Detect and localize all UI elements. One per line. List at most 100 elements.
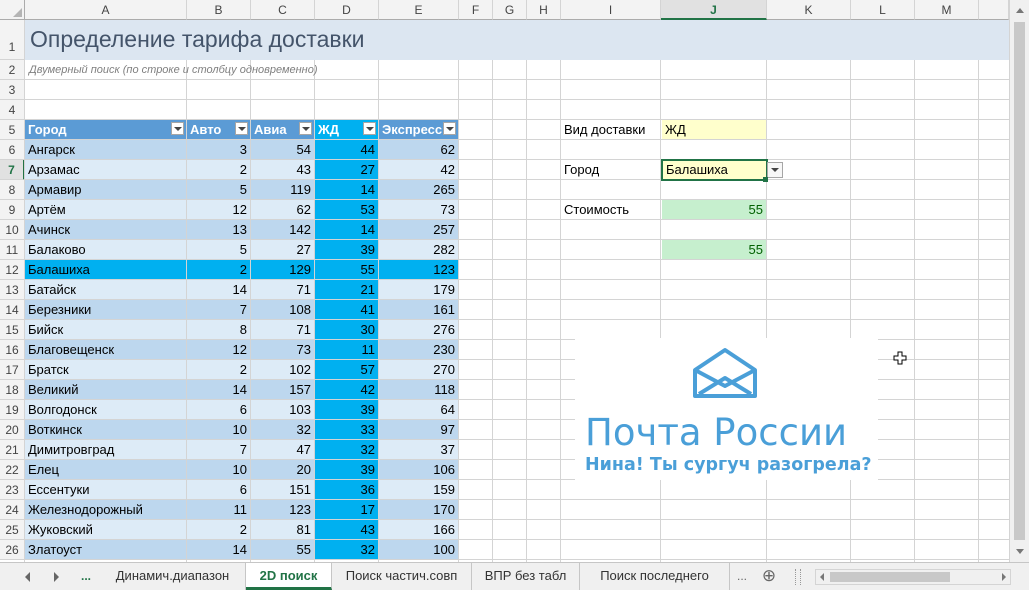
row-header[interactable]: 22 bbox=[0, 460, 25, 480]
rate-cell[interactable]: 230 bbox=[379, 340, 458, 359]
city-cell[interactable]: Батайск bbox=[25, 280, 186, 299]
row-header[interactable]: 4 bbox=[0, 100, 25, 120]
rate-cell[interactable]: 14 bbox=[187, 380, 250, 399]
city-cell[interactable]: Артём bbox=[25, 200, 186, 219]
rate-cell[interactable]: 55 bbox=[315, 260, 378, 279]
rate-cell[interactable]: 81 bbox=[251, 520, 314, 539]
city-cell[interactable]: Ессентуки bbox=[25, 480, 186, 499]
rate-cell[interactable]: 2 bbox=[187, 160, 250, 179]
city-cell[interactable]: Железнодорожный bbox=[25, 500, 186, 519]
rate-cell[interactable]: 43 bbox=[251, 160, 314, 179]
row-header[interactable]: 26 bbox=[0, 540, 25, 560]
column-header[interactable]: E bbox=[379, 0, 459, 20]
rate-cell[interactable]: 97 bbox=[379, 420, 458, 439]
rate-cell[interactable]: 123 bbox=[379, 260, 458, 279]
rate-cell[interactable]: 142 bbox=[251, 220, 314, 239]
row-header[interactable]: 20 bbox=[0, 420, 25, 440]
rate-cell[interactable]: 30 bbox=[315, 320, 378, 339]
filter-dropdown-icon[interactable] bbox=[235, 122, 248, 135]
row-header[interactable]: 16 bbox=[0, 340, 25, 360]
rate-cell[interactable]: 14 bbox=[315, 220, 378, 239]
city-cell[interactable]: Арзамас bbox=[25, 160, 186, 179]
rate-cell[interactable]: 7 bbox=[187, 300, 250, 319]
scroll-left-icon[interactable] bbox=[816, 570, 828, 584]
rate-cell[interactable]: 179 bbox=[379, 280, 458, 299]
column-header[interactable]: G bbox=[493, 0, 527, 20]
rate-cell[interactable]: 27 bbox=[251, 240, 314, 259]
city-label[interactable]: Город bbox=[561, 160, 661, 179]
column-header[interactable]: C bbox=[251, 0, 315, 20]
rate-cell[interactable]: 27 bbox=[315, 160, 378, 179]
column-header[interactable]: A bbox=[25, 0, 187, 20]
city-cell[interactable]: Елец bbox=[25, 460, 186, 479]
rate-cell[interactable]: 73 bbox=[251, 340, 314, 359]
rate-cell[interactable]: 54 bbox=[251, 140, 314, 159]
rate-cell[interactable]: 10 bbox=[187, 460, 250, 479]
sheet-tab[interactable]: ВПР без табл bbox=[472, 563, 580, 590]
city-cell[interactable]: Балашиха bbox=[25, 260, 186, 279]
fill-handle[interactable] bbox=[763, 177, 768, 182]
row-header[interactable]: 24 bbox=[0, 500, 25, 520]
city-cell[interactable]: Ангарск bbox=[25, 140, 186, 159]
row-header[interactable]: 11 bbox=[0, 240, 25, 260]
scroll-down-icon[interactable] bbox=[1010, 542, 1029, 560]
rate-cell[interactable]: 282 bbox=[379, 240, 458, 259]
city-cell[interactable]: Балаково bbox=[25, 240, 186, 259]
rate-cell[interactable]: 8 bbox=[187, 320, 250, 339]
city-cell[interactable]: Димитровград bbox=[25, 440, 186, 459]
cost-result[interactable]: 55 bbox=[662, 200, 766, 219]
rate-cell[interactable]: 11 bbox=[187, 500, 250, 519]
column-header[interactable]: J bbox=[661, 0, 767, 20]
row-header[interactable]: 19 bbox=[0, 400, 25, 420]
column-header[interactable]: K bbox=[767, 0, 851, 20]
city-cell[interactable]: Армавир bbox=[25, 180, 186, 199]
rate-cell[interactable]: 6 bbox=[187, 400, 250, 419]
city-cell[interactable]: Бийск bbox=[25, 320, 186, 339]
city-cell[interactable]: Благовещенск bbox=[25, 340, 186, 359]
row-header[interactable]: 15 bbox=[0, 320, 25, 340]
horizontal-scroll-thumb[interactable] bbox=[830, 572, 950, 582]
rate-cell[interactable]: 106 bbox=[379, 460, 458, 479]
rate-cell[interactable]: 42 bbox=[379, 160, 458, 179]
rate-cell[interactable]: 37 bbox=[379, 440, 458, 459]
rate-cell[interactable]: 71 bbox=[251, 320, 314, 339]
row-header[interactable]: 25 bbox=[0, 520, 25, 540]
rate-cell[interactable]: 62 bbox=[379, 140, 458, 159]
scroll-up-icon[interactable] bbox=[1010, 2, 1029, 20]
column-header[interactable]: F bbox=[459, 0, 493, 20]
row-header[interactable]: 8 bbox=[0, 180, 25, 200]
row-header[interactable]: 12 bbox=[0, 260, 25, 280]
rate-cell[interactable]: 6 bbox=[187, 480, 250, 499]
city-cell[interactable]: Жуковский bbox=[25, 520, 186, 539]
cost-result-alt[interactable]: 55 bbox=[662, 240, 766, 259]
rate-cell[interactable]: 129 bbox=[251, 260, 314, 279]
select-all-corner[interactable] bbox=[0, 0, 25, 20]
spreadsheet-grid[interactable]: ABCDEFGHIJKLM 1 2 3 4 5 6 7 8 9 10 11 12 13 14 15 16 17 1… bbox=[0, 0, 1009, 562]
filter-dropdown-icon[interactable] bbox=[443, 122, 456, 135]
column-header[interactable]: M bbox=[915, 0, 979, 20]
column-header[interactable]: L bbox=[851, 0, 915, 20]
city-cell[interactable]: Великий bbox=[25, 380, 186, 399]
sheet-subtitle[interactable]: Двумерный поиск (по строке и столбцу одн… bbox=[29, 64, 318, 76]
row-header[interactable]: 6 bbox=[0, 140, 25, 160]
table-header-cell[interactable]: ЖД bbox=[315, 120, 378, 139]
rate-cell[interactable]: 42 bbox=[315, 380, 378, 399]
rate-cell[interactable]: 100 bbox=[379, 540, 458, 559]
russian-post-logo[interactable]: Почта России Нина! Ты сургуч разогрела? bbox=[575, 338, 878, 480]
table-header-cell[interactable]: Авиа bbox=[251, 120, 314, 139]
rate-cell[interactable]: 43 bbox=[315, 520, 378, 539]
rate-cell[interactable]: 62 bbox=[251, 200, 314, 219]
vertical-scrollbar[interactable] bbox=[1009, 0, 1029, 562]
rate-cell[interactable]: 20 bbox=[251, 460, 314, 479]
rate-cell[interactable]: 270 bbox=[379, 360, 458, 379]
rate-cell[interactable]: 53 bbox=[315, 200, 378, 219]
rate-cell[interactable]: 71 bbox=[251, 280, 314, 299]
rate-cell[interactable]: 14 bbox=[187, 280, 250, 299]
rate-cell[interactable]: 103 bbox=[251, 400, 314, 419]
row-header[interactable]: 21 bbox=[0, 440, 25, 460]
rate-cell[interactable]: 170 bbox=[379, 500, 458, 519]
add-sheet-button[interactable]: ⊕ bbox=[758, 563, 780, 590]
filter-dropdown-icon[interactable] bbox=[171, 122, 184, 135]
rate-cell[interactable]: 151 bbox=[251, 480, 314, 499]
rate-cell[interactable]: 265 bbox=[379, 180, 458, 199]
